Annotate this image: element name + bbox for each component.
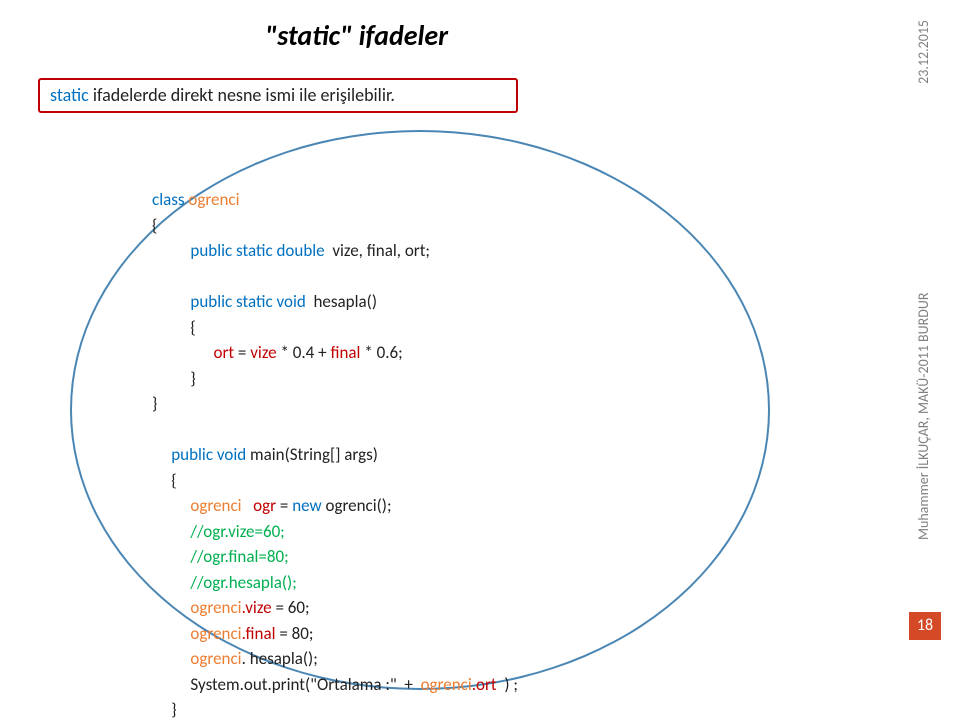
code-type: ogrenci	[152, 623, 242, 644]
slide-date: 23.12.2015	[915, 20, 932, 84]
code-kw: public void	[152, 444, 250, 465]
code-text: . hesapla();	[242, 648, 318, 669]
code-text: ) ;	[504, 674, 518, 695]
code-comment: //ogr.vize=60;	[152, 521, 285, 542]
code-text: = 80;	[279, 623, 313, 644]
code-text: =	[280, 495, 292, 516]
code-text: {	[152, 470, 177, 491]
code-text: main(String[] args)	[250, 444, 378, 465]
code-kw: class	[152, 189, 188, 210]
code-text: ogrenci();	[326, 495, 392, 516]
code-text: * 0.6;	[364, 342, 402, 363]
code-kw: public static void	[152, 291, 314, 312]
subtitle-keyword: static	[50, 84, 89, 106]
code-block: class ogrenci { public static double viz…	[70, 130, 770, 690]
code-text: }	[152, 393, 157, 414]
code-var: .final	[242, 623, 280, 644]
code-text: }	[152, 368, 196, 389]
code-text: =	[238, 342, 250, 363]
code-text: ogrenci	[188, 189, 239, 210]
code-text: = 60;	[275, 597, 309, 618]
code-var: final	[330, 342, 364, 363]
page-number: 18	[909, 612, 941, 640]
subtitle-box: static ifadelerde direkt nesne ismi ile …	[38, 78, 518, 113]
code-type: ogrenci	[152, 597, 242, 618]
code-var: ort	[152, 342, 238, 363]
slide-footer: Muhammer İLKUÇAR, MAKÜ-2011 BURDUR	[915, 190, 932, 540]
slide-title: "static" ifadeler	[265, 18, 448, 53]
code-text: }	[152, 699, 177, 720]
code-comment: //ogr.final=80;	[152, 546, 289, 567]
code-text: System.out.print("Ortalama :" +	[152, 674, 421, 695]
code-comment: //ogr.hesapla();	[152, 572, 297, 593]
code-type: ogrenci	[152, 495, 253, 516]
code-text: * 0.4 +	[280, 342, 330, 363]
code-var: vize	[250, 342, 280, 363]
code-type: ogrenci	[421, 674, 472, 695]
code-text: {	[152, 215, 157, 236]
code-text: vize, final, ort;	[332, 240, 430, 261]
code-text: hesapla()	[314, 291, 377, 312]
code-kw: new	[292, 495, 325, 516]
code-kw: public static double	[152, 240, 332, 261]
code-var: .ort	[472, 674, 505, 695]
code-var: ogr	[253, 495, 280, 516]
code-text: {	[152, 317, 196, 338]
subtitle-text: ifadelerde direkt nesne ismi ile erişile…	[89, 84, 395, 106]
code-type: ogrenci	[152, 648, 242, 669]
code-var: .vize	[242, 597, 276, 618]
